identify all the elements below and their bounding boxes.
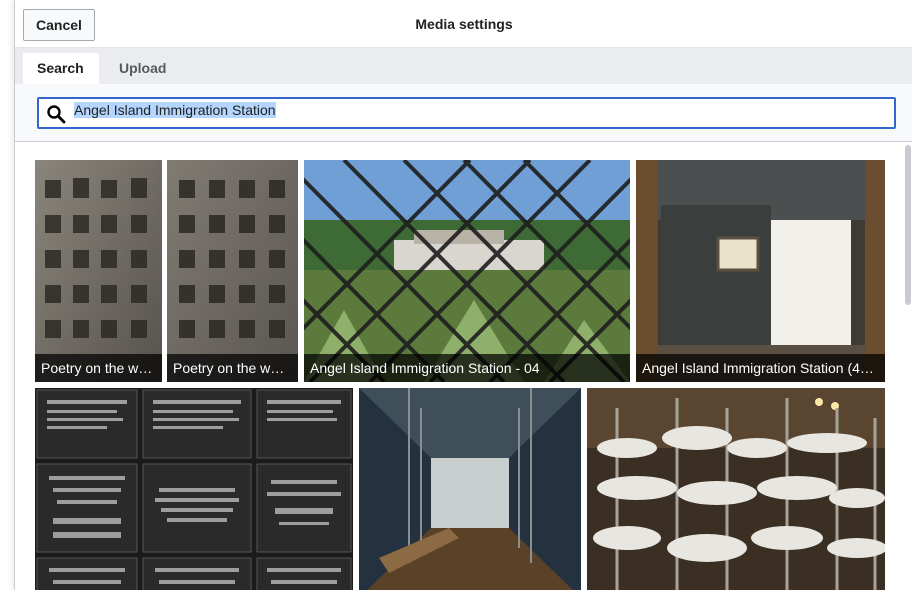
search-icon [47, 105, 66, 124]
result-caption: Angel Island Immigration Station (4… [636, 354, 885, 382]
result-thumbnail[interactable]: Angel Island Immigration Station (4… [636, 160, 885, 382]
search-results-grid: Poetry on the w… Poetry on the w… Angel … [15, 143, 912, 590]
bunk-beds-image [587, 388, 885, 590]
result-thumbnail[interactable]: Angel Island Immigration Station - 04 [304, 160, 630, 382]
memorial-plaques-image [35, 388, 353, 590]
search-input[interactable]: Angel Island Immigration Station [74, 102, 874, 126]
tab-bar: Search Upload [15, 48, 912, 84]
result-thumbnail[interactable] [587, 388, 885, 590]
scrollbar-thumb[interactable] [905, 145, 911, 305]
result-caption: Poetry on the w… [167, 354, 298, 382]
poetry-wall-image [167, 160, 298, 382]
search-input-value: Angel Island Immigration Station [74, 102, 276, 118]
room-window-image [636, 160, 885, 382]
fence-building-image [304, 160, 630, 382]
tab-upload[interactable]: Upload [105, 53, 180, 84]
poetry-wall-image [35, 160, 162, 382]
result-thumbnail[interactable]: Poetry on the w… [167, 160, 298, 382]
result-thumbnail[interactable] [35, 388, 353, 590]
results-scrollbar[interactable] [904, 143, 912, 590]
search-area: Angel Island Immigration Station [15, 84, 912, 142]
barracks-hallway-image [359, 388, 581, 590]
result-thumbnail[interactable] [359, 388, 581, 590]
result-thumbnail[interactable]: Poetry on the w… [35, 160, 162, 382]
tab-search[interactable]: Search [23, 53, 99, 84]
media-settings-dialog: Cancel Media settings Search Upload Ange… [14, 0, 912, 590]
search-box[interactable]: Angel Island Immigration Station [37, 97, 896, 129]
dialog-title: Media settings [415, 16, 513, 32]
result-caption: Poetry on the w… [35, 354, 162, 382]
dialog-titlebar: Cancel Media settings [15, 0, 912, 48]
result-caption: Angel Island Immigration Station - 04 [304, 354, 630, 382]
